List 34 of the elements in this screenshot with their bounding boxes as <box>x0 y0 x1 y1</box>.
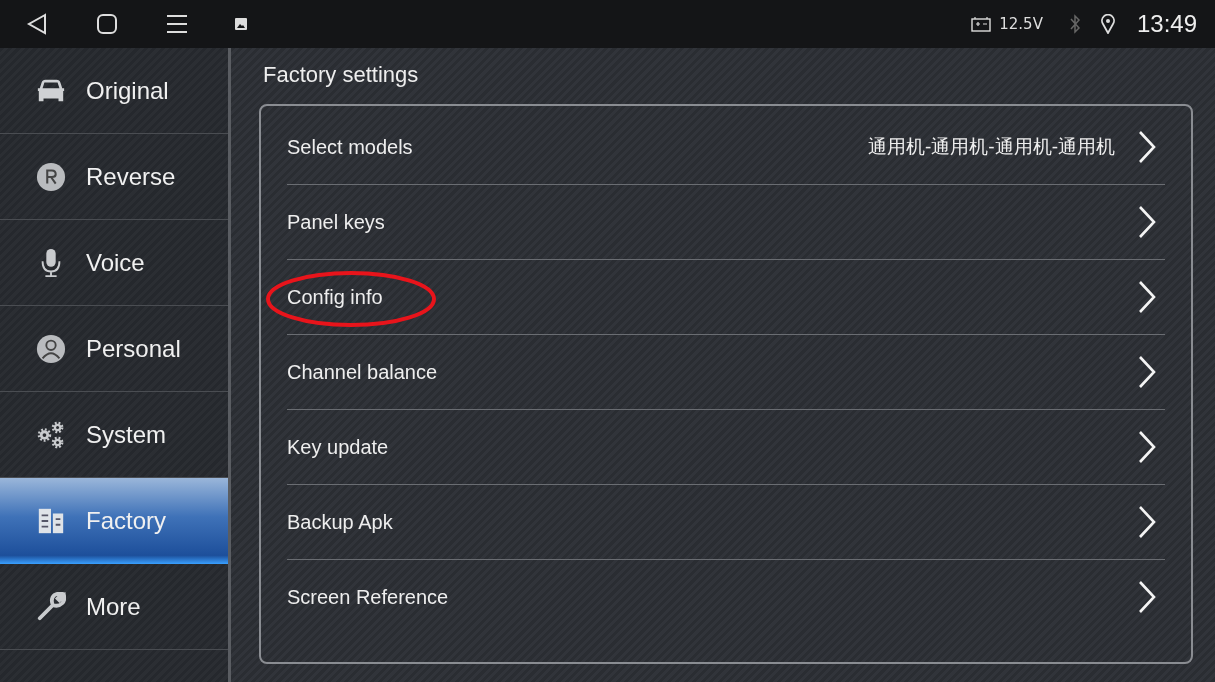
sidebar-item[interactable]: Personal <box>0 306 228 392</box>
buildings-icon <box>36 506 66 536</box>
back-icon[interactable] <box>25 12 49 36</box>
settings-row[interactable]: Key update <box>287 410 1165 485</box>
chevron-right-icon <box>1137 129 1157 165</box>
image-icon <box>235 18 247 30</box>
sidebar-item[interactable]: Voice <box>0 220 228 306</box>
chevron-right-icon <box>1137 279 1157 315</box>
location-icon <box>1100 14 1115 34</box>
clock: 13:49 <box>1136 10 1197 38</box>
chevron-right-icon <box>1137 204 1157 240</box>
gears-icon <box>36 419 66 450</box>
settings-row[interactable]: Config info <box>287 260 1165 335</box>
battery-voltage: 12.5V <box>999 15 1043 33</box>
menu-icon[interactable] <box>165 12 189 36</box>
chevron-right-icon <box>1137 579 1157 615</box>
sidebar-item[interactable]: Factory <box>0 478 228 564</box>
sidebar-item[interactable]: Reverse <box>0 134 228 220</box>
person-icon <box>36 333 66 364</box>
page-title: Factory settings <box>263 62 419 88</box>
reverse-gear-icon <box>36 161 66 192</box>
settings-row[interactable]: Screen Reference <box>287 560 1165 634</box>
chevron-right-icon <box>1137 354 1157 390</box>
settings-row[interactable]: Channel balance <box>287 335 1165 410</box>
settings-row[interactable]: Backup Apk <box>287 485 1165 560</box>
settings-row[interactable]: Panel keys <box>287 185 1165 260</box>
sidebar-item[interactable]: Original <box>0 48 228 134</box>
chevron-right-icon <box>1137 504 1157 540</box>
chevron-right-icon <box>1137 429 1157 465</box>
wrench-icon <box>36 591 66 622</box>
battery-icon <box>971 16 992 32</box>
settings-row[interactable]: Select models 通用机-通用机-通用机-通用机 <box>287 110 1165 185</box>
sidebar-item[interactable]: More <box>0 564 228 650</box>
home-icon[interactable] <box>95 12 119 36</box>
